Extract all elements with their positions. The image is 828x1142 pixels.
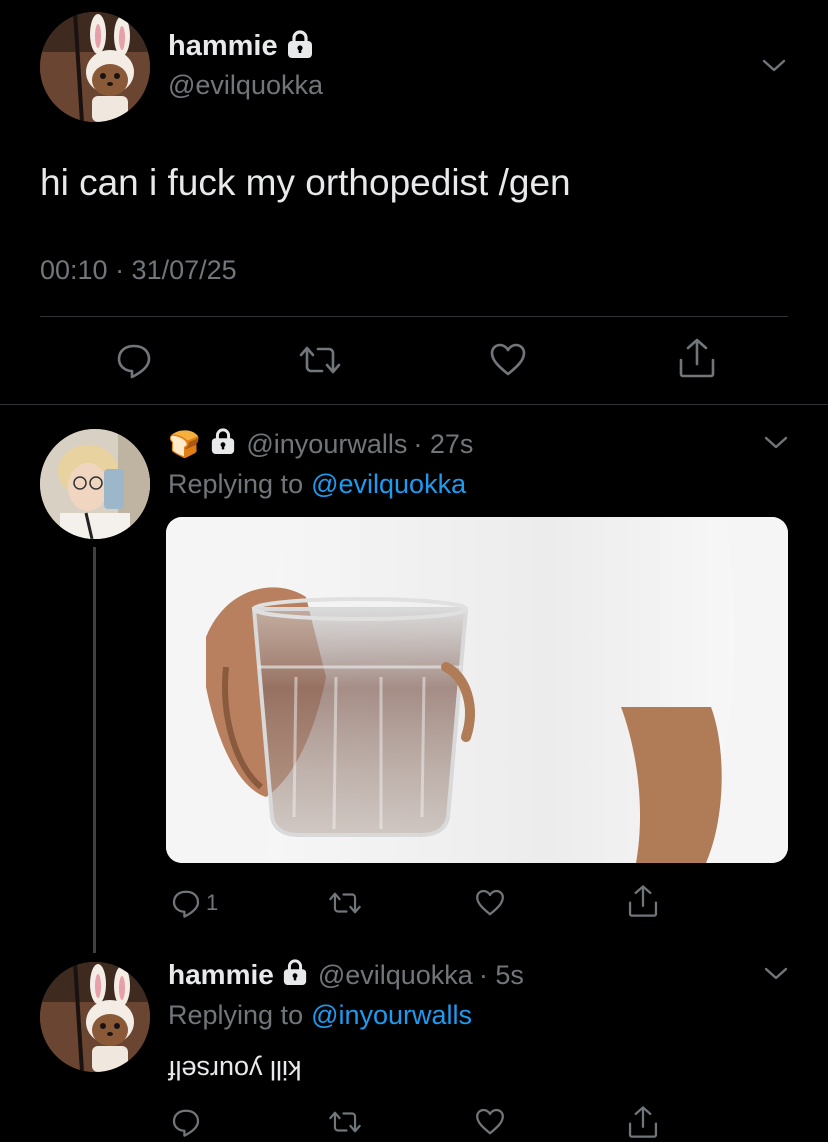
retweet-icon[interactable] [328,887,362,919]
replying-to-link[interactable]: @inyourwalls [311,1000,472,1031]
lock-icon [282,958,308,993]
avatar[interactable] [40,12,150,122]
replying-to-link[interactable]: @evilquokka [311,469,466,500]
divider [40,316,788,317]
reply-time: · 27s [413,428,474,459]
reply-icon[interactable] [170,1106,202,1138]
avatar[interactable] [40,962,150,1072]
author-name[interactable]: hammie [168,30,278,63]
reply-icon[interactable] [170,887,202,919]
share-icon[interactable] [626,883,660,919]
reply-tweet[interactable]: hammie @evilquokka · 5s Replying to @iny… [0,940,828,1142]
chevron-down-icon[interactable] [762,433,790,453]
like-icon[interactable] [474,887,506,919]
lock-icon [286,29,314,64]
reply-count: 1 [206,890,219,915]
like-icon[interactable] [488,340,528,380]
avatar[interactable] [40,429,150,539]
chevron-down-icon[interactable] [762,964,790,984]
like-icon[interactable] [474,1106,506,1138]
media-image[interactable] [166,517,788,863]
reply-icon[interactable] [114,340,154,380]
author-name[interactable]: hammie [168,959,274,991]
share-icon[interactable] [626,1104,660,1140]
retweet-icon[interactable] [298,340,342,380]
bread-emoji: 🍞 [168,428,201,459]
thread-line [93,547,96,953]
replying-label: Replying to [168,469,304,499]
lock-icon [210,427,236,462]
author-handle[interactable]: @evilquokka [168,70,323,101]
retweet-icon[interactable] [328,1106,362,1138]
share-icon[interactable] [676,336,718,380]
reply-tweet[interactable]: 🍞 @inyourwalls · 27s Replying to @evilqu… [0,405,828,953]
reply-handle[interactable]: @evilquokka [318,960,473,991]
tweet-text: hi can i fuck my orthopedist /gen [40,162,571,203]
chevron-down-icon[interactable] [760,56,788,76]
reply-time: · 5s [478,959,524,990]
reply-handle[interactable]: @inyourwalls [246,429,407,460]
reply-text: kill yourself [168,1055,302,1085]
tweet-timestamp: 00:10 · 31/07/25 [40,255,237,285]
main-tweet: hammie @evilquokka hi can i fuck my orth… [0,0,828,404]
replying-label: Replying to [168,1000,304,1030]
